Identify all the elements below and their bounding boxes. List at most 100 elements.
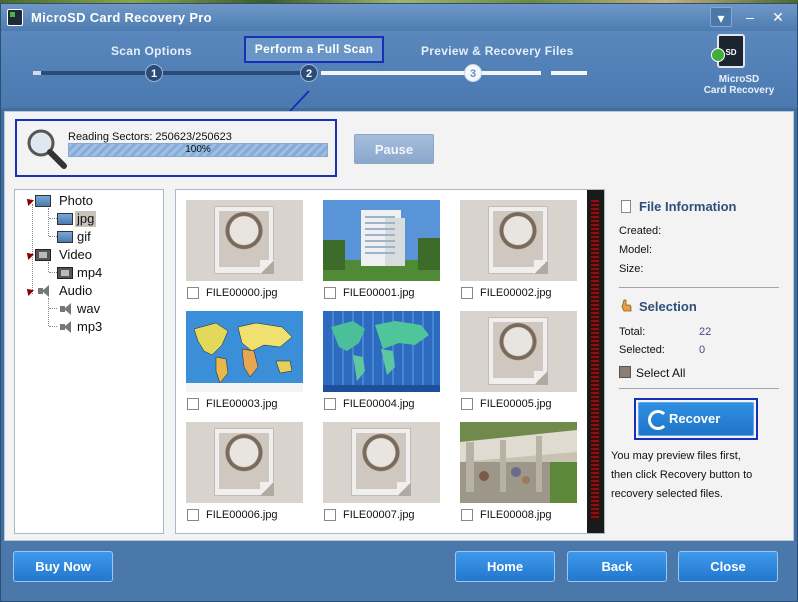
grid-scrollbar[interactable] [587, 190, 604, 533]
menu-icon[interactable]: ▾ [710, 7, 732, 27]
tree-item-mp4[interactable]: mp4 [77, 265, 102, 281]
file-checkbox[interactable] [187, 509, 199, 521]
select-all-checkbox[interactable] [619, 366, 631, 378]
file-checkbox[interactable] [461, 398, 473, 410]
progress-track-completed [33, 71, 313, 75]
step-2-marker: 2 [300, 64, 318, 82]
home-button[interactable]: Home [455, 551, 555, 582]
selection-title: Selection [639, 299, 697, 314]
file-type-tree: Photo jpg gif Video mp4 Audio wav mp3 [14, 189, 164, 534]
file-name: FILE00000.jpg [206, 287, 278, 299]
tree-item-wav[interactable]: wav [77, 301, 100, 317]
thumbnail-file00004[interactable] [323, 311, 440, 392]
select-all-label[interactable]: Select All [636, 366, 685, 380]
file-checkbox[interactable] [187, 398, 199, 410]
tree-guide [49, 326, 57, 327]
wav-icon [59, 303, 75, 315]
mp3-icon [59, 321, 75, 333]
file-checkbox[interactable] [324, 509, 336, 521]
window-title: MicroSD Card Recovery Pro [31, 10, 212, 25]
file-name: FILE00006.jpg [206, 509, 278, 521]
thumbnail-file00007[interactable] [323, 422, 440, 503]
divider [619, 388, 779, 389]
scan-progress-box: Reading Sectors: 250623/250623 100% [15, 119, 337, 177]
recover-button-highlight: Recover [634, 398, 758, 440]
file-name: FILE00008.jpg [480, 509, 552, 521]
jpg-icon [57, 213, 73, 225]
step-3-marker: 3 [464, 64, 482, 82]
progress-track-start [33, 71, 41, 75]
file-checkbox[interactable] [324, 287, 336, 299]
step-2-label: Perform a Full Scan [244, 36, 384, 63]
tree-guide [32, 204, 33, 294]
refresh-icon [648, 410, 668, 430]
close-button[interactable]: Close [678, 551, 778, 582]
help-text: You may preview files first, then click … [611, 450, 753, 500]
close-icon[interactable]: ✕ [767, 7, 789, 27]
document-icon [621, 200, 631, 213]
thumbnail-file00000[interactable] [186, 200, 303, 281]
tree-item-mp3[interactable]: mp3 [77, 319, 102, 335]
placeholder-image-icon [488, 317, 548, 385]
recover-button[interactable]: Recover [638, 402, 754, 436]
tree-item-gif[interactable]: gif [77, 229, 91, 245]
progress-track-remaining [321, 71, 541, 75]
wizard-header: Scan Options Perform a Full Scan Preview… [1, 31, 797, 108]
tree-guide [49, 308, 57, 309]
video-folder-icon [35, 249, 51, 261]
file-checkbox[interactable] [461, 509, 473, 521]
scan-progress-percent: 100% [185, 144, 211, 155]
total-value: 22 [699, 326, 712, 338]
audio-folder-icon [37, 285, 53, 297]
footer-bar: Buy Now Home Back Close [1, 541, 797, 601]
thumbnail-file00005[interactable] [460, 311, 577, 392]
tree-guide [48, 208, 49, 236]
photo-folder-icon [35, 195, 51, 207]
tree-guide [48, 298, 49, 326]
scrollbar-track[interactable] [591, 200, 599, 520]
selected-value: 0 [699, 344, 706, 356]
tree-item-jpg[interactable]: jpg [75, 211, 97, 227]
file-thumbnail-grid: FILE00000.jpg FILE00001.jpg FILE00002.jp… [175, 189, 605, 534]
hand-pointer-icon [621, 299, 632, 312]
file-checkbox[interactable] [324, 398, 336, 410]
pause-button[interactable]: Pause [354, 134, 434, 164]
tree-guide [48, 262, 49, 272]
magnifier-icon [27, 129, 67, 169]
created-label: Created: [619, 225, 662, 237]
tree-guide [49, 236, 57, 237]
thumbnail-file00001[interactable] [323, 200, 440, 281]
step-1-label: Scan Options [111, 44, 192, 58]
app-icon [7, 9, 23, 26]
thumbnail-file00002[interactable] [460, 200, 577, 281]
placeholder-image-icon [488, 206, 548, 274]
back-button[interactable]: Back [567, 551, 667, 582]
info-panel: File Information Created: Model: Size: S… [611, 189, 791, 534]
thumbnail-file00006[interactable] [186, 422, 303, 503]
mp4-icon [57, 267, 73, 279]
file-name: FILE00005.jpg [480, 398, 552, 410]
title-bar: MicroSD Card Recovery Pro ▾ – ✕ [1, 4, 797, 31]
minimize-icon[interactable]: – [739, 7, 761, 27]
file-name: FILE00007.jpg [343, 509, 415, 521]
file-checkbox[interactable] [187, 287, 199, 299]
tree-guide [49, 218, 57, 219]
tree-item-photo[interactable]: Photo [59, 193, 93, 209]
total-label: Total: [619, 326, 646, 338]
tree-item-video[interactable]: Video [59, 247, 92, 263]
product-logo: SD MicroSD Card Recovery [699, 34, 779, 104]
scan-progress-bar: 100% [68, 143, 328, 157]
logo-badge-icon [711, 48, 725, 62]
tree-item-audio[interactable]: Audio [59, 283, 92, 299]
thumbnail-file00008[interactable] [460, 422, 577, 503]
placeholder-image-icon [351, 428, 411, 496]
file-name: FILE00003.jpg [206, 398, 278, 410]
thumbnail-file00003[interactable] [186, 311, 303, 392]
selected-label: Selected: [619, 344, 665, 356]
progress-track-end [551, 71, 587, 75]
file-checkbox[interactable] [461, 287, 473, 299]
placeholder-image-icon [214, 428, 274, 496]
size-label: Size: [619, 263, 644, 275]
scan-status-text: Reading Sectors: 250623/250623 [68, 131, 232, 143]
buy-now-button[interactable]: Buy Now [13, 551, 113, 582]
